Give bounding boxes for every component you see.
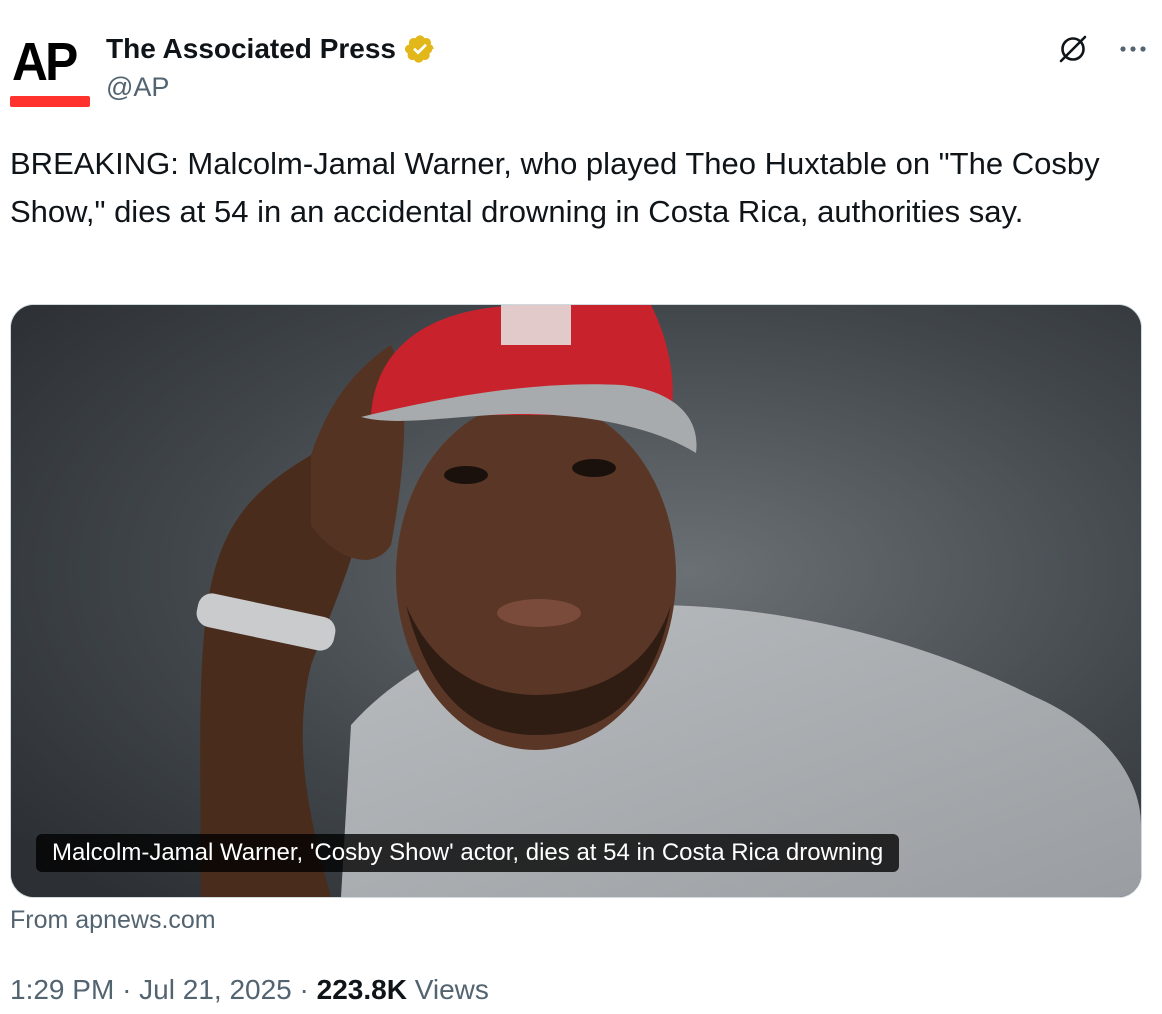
tweet-text: BREAKING: Malcolm-Jamal Warner, who play… <box>10 146 1100 229</box>
author-name[interactable]: The Associated Press <box>106 33 396 65</box>
author-handle[interactable]: @AP <box>106 72 169 103</box>
more-options-icon[interactable] <box>1116 32 1150 66</box>
link-card[interactable]: Malcolm-Jamal Warner, 'Cosby Show' actor… <box>10 304 1142 898</box>
tweet-time[interactable]: 1:29 PM <box>10 974 114 1005</box>
tweet-meta: 1:29 PM · Jul 21, 2025 · 223.8K Views <box>10 974 489 1006</box>
views-count[interactable]: 223.8K <box>317 974 407 1005</box>
meta-separator: · <box>299 974 309 1005</box>
link-source[interactable]: From apnews.com <box>10 906 216 935</box>
author-name-row: The Associated Press <box>106 30 436 68</box>
meta-separator: · <box>122 974 132 1005</box>
tweet-header: AP The Associated Press @AP <box>10 28 1152 112</box>
verified-badge-icon[interactable] <box>404 33 436 65</box>
article-photo <box>11 305 1141 897</box>
avatar[interactable]: AP <box>10 28 90 108</box>
grok-icon[interactable] <box>1056 32 1090 66</box>
link-card-caption: Malcolm-Jamal Warner, 'Cosby Show' actor… <box>36 834 900 872</box>
avatar-logo-bar <box>10 96 90 107</box>
tweet-date[interactable]: Jul 21, 2025 <box>139 974 292 1005</box>
avatar-logo-text: AP <box>12 32 78 92</box>
views-label: Views <box>414 974 489 1005</box>
